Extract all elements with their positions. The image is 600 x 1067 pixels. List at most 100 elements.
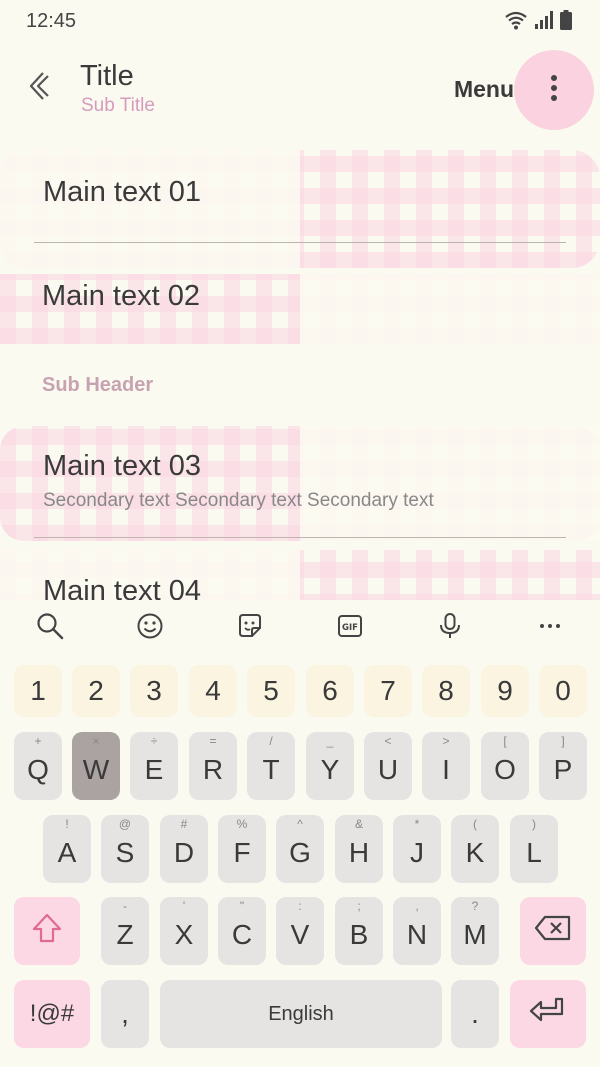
key-label: N bbox=[406, 919, 428, 950]
key-o[interactable]: [O bbox=[481, 732, 529, 800]
key-label: X bbox=[174, 919, 194, 950]
page-title: Title bbox=[80, 60, 134, 92]
list-item[interactable]: Main text 03 Secondary text Secondary te… bbox=[0, 436, 600, 536]
key-label: English bbox=[268, 1002, 334, 1025]
key-label: B bbox=[349, 919, 369, 950]
sub-header: Sub Header bbox=[42, 374, 154, 396]
key-label: Q bbox=[27, 754, 49, 785]
list-item[interactable]: Main text 04 bbox=[0, 550, 600, 600]
key-label: V bbox=[290, 919, 310, 950]
key-u[interactable]: < U bbox=[364, 732, 412, 800]
key-x[interactable]: ' X bbox=[160, 897, 208, 965]
status-time: 12:45 bbox=[26, 10, 77, 32]
more-horizontal-icon[interactable] bbox=[534, 610, 566, 642]
list-item-main-text: Main text 04 bbox=[43, 575, 201, 600]
key-n[interactable]: ,N bbox=[393, 897, 441, 965]
key-z[interactable]: -Z bbox=[101, 897, 149, 965]
app-bar: Title Sub Title Menu bbox=[0, 44, 600, 140]
key-hint: < bbox=[384, 734, 392, 748]
key-v[interactable]: :V bbox=[276, 897, 324, 965]
list-item-main-text: Main text 02 bbox=[42, 280, 200, 312]
divider bbox=[34, 242, 566, 243]
key-label: A bbox=[57, 837, 77, 868]
enter-icon bbox=[528, 996, 568, 1033]
period-key[interactable]: . bbox=[451, 980, 499, 1048]
key-c[interactable]: " C bbox=[218, 897, 266, 965]
key-e[interactable]: ÷ E bbox=[130, 732, 178, 800]
wifi-icon bbox=[504, 10, 528, 30]
backspace-key[interactable] bbox=[520, 897, 586, 965]
key-label: !@# bbox=[29, 1000, 75, 1027]
mic-icon[interactable] bbox=[434, 610, 466, 642]
list-item[interactable]: Main text 01 bbox=[0, 150, 600, 250]
list-area: Main text 01 Main text 02 Sub Header Mai… bbox=[0, 140, 600, 600]
key-label: . bbox=[471, 998, 479, 1029]
key-b[interactable]: ; B bbox=[335, 897, 383, 965]
emoji-icon[interactable] bbox=[134, 610, 166, 642]
key-p[interactable]: ] P bbox=[539, 732, 587, 800]
comma-key[interactable]: , bbox=[101, 980, 149, 1048]
key-hint: ^ bbox=[297, 817, 303, 831]
signal-icon bbox=[534, 10, 554, 30]
key-h[interactable]: & H bbox=[335, 815, 383, 883]
key-6[interactable]: 6 bbox=[306, 665, 354, 717]
key-j[interactable]: * J bbox=[393, 815, 441, 883]
key-f[interactable]: % F bbox=[218, 815, 266, 883]
list-item[interactable]: Main text 02 bbox=[0, 252, 600, 352]
key-m[interactable]: ? M bbox=[451, 897, 499, 965]
key-label: Z bbox=[116, 919, 134, 950]
key-label: T bbox=[262, 754, 280, 785]
key-hint: ÷ bbox=[150, 734, 158, 748]
key-w[interactable]: × W bbox=[72, 732, 120, 800]
key-label: H bbox=[348, 837, 370, 868]
key-hint: ; bbox=[357, 899, 361, 913]
key-hint: [ bbox=[503, 734, 507, 748]
symbols-key[interactable]: !@# bbox=[14, 980, 90, 1048]
key-7[interactable]: 7 bbox=[364, 665, 412, 717]
key-y[interactable]: _ Y bbox=[306, 732, 354, 800]
key-g[interactable]: ^ G bbox=[276, 815, 324, 883]
key-5[interactable]: 5 bbox=[247, 665, 295, 717]
key-8[interactable]: 8 bbox=[422, 665, 470, 717]
key-hint: : bbox=[298, 899, 302, 913]
key-hint: _ bbox=[326, 734, 334, 748]
key-hint: ( bbox=[473, 817, 477, 831]
search-icon[interactable] bbox=[34, 610, 66, 642]
key-1[interactable]: 1 bbox=[14, 665, 62, 717]
shift-key[interactable] bbox=[14, 897, 80, 965]
key-hint: / bbox=[269, 734, 273, 748]
key-k[interactable]: (K bbox=[451, 815, 499, 883]
back-button[interactable] bbox=[18, 66, 58, 110]
key-hint: & bbox=[354, 817, 363, 831]
key-label: F bbox=[233, 837, 251, 868]
key-hint: - bbox=[123, 899, 127, 913]
key-hint: ? bbox=[471, 899, 479, 913]
key-label: L bbox=[526, 837, 542, 868]
key-9[interactable]: 9 bbox=[481, 665, 529, 717]
space-key[interactable]: English bbox=[160, 980, 442, 1048]
menu-button[interactable]: Menu bbox=[454, 76, 514, 103]
key-label: I bbox=[442, 754, 450, 785]
key-d[interactable]: # D bbox=[160, 815, 208, 883]
key-0[interactable]: 0 bbox=[539, 665, 587, 717]
key-t[interactable]: / T bbox=[247, 732, 295, 800]
key-2[interactable]: 2 bbox=[72, 665, 120, 717]
key-r[interactable]: = R bbox=[189, 732, 237, 800]
key-i[interactable]: > I bbox=[422, 732, 470, 800]
key-hint: ) bbox=[532, 817, 536, 831]
enter-key[interactable] bbox=[510, 980, 586, 1048]
more-options-button[interactable] bbox=[514, 50, 594, 130]
backspace-icon bbox=[534, 915, 572, 948]
key-label: C bbox=[231, 919, 253, 950]
gif-icon[interactable]: GIF bbox=[334, 610, 366, 642]
key-s[interactable]: @ S bbox=[101, 815, 149, 883]
key-a[interactable]: ! A bbox=[43, 815, 91, 883]
key-3[interactable]: 3 bbox=[130, 665, 178, 717]
sticker-icon[interactable] bbox=[234, 610, 266, 642]
key-4[interactable]: 4 bbox=[189, 665, 237, 717]
gif-label: GIF bbox=[342, 623, 358, 633]
key-l[interactable]: ) L bbox=[510, 815, 558, 883]
key-label: P bbox=[553, 754, 573, 785]
key-q[interactable]: + Q bbox=[14, 732, 62, 800]
page-subtitle: Sub Title bbox=[81, 95, 155, 116]
